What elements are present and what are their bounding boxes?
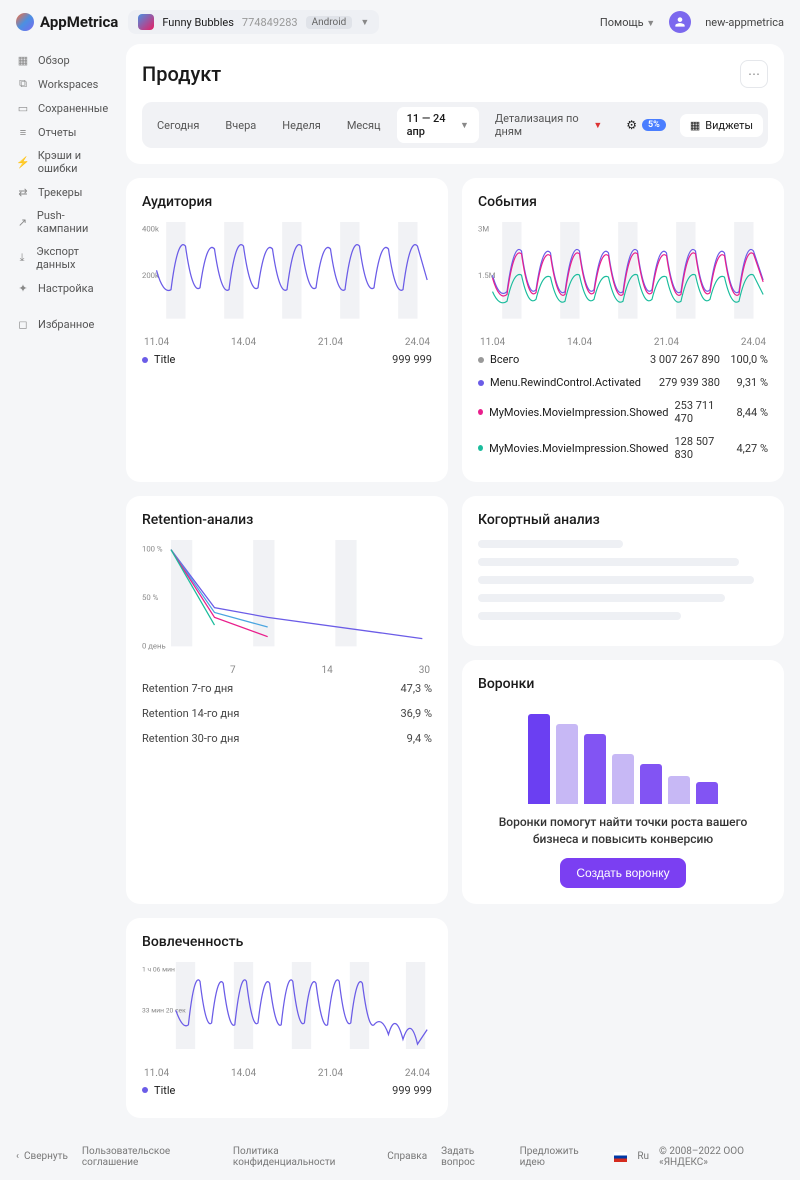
engagement-card: Вовлеченность 1 ч 06 мин 33 мин 20 сек 1… [126, 918, 448, 1118]
audience-xaxis: 11.0414.0421.0424.04 [142, 337, 432, 348]
controls-bar: Сегодня Вчера Неделя Месяц 11 — 24 апр▼ … [142, 102, 768, 148]
chevron-down-icon: ▼ [360, 17, 369, 28]
sidebar-item-settings[interactable]: ✦Настройка [16, 276, 110, 300]
avatar[interactable] [669, 11, 691, 33]
sidebar-item-crashes[interactable]: ⚡Крэши и ошибки [16, 144, 110, 180]
svg-text:0 день: 0 день [142, 642, 166, 651]
brand-text: AppMetrica [40, 13, 118, 31]
collapse-button[interactable]: ‹ Свернуть [16, 1151, 68, 1162]
cohort-card: Когортный анализ [462, 496, 784, 646]
events-legend: Всего3 007 267 890100,0 % Menu.RewindCon… [478, 348, 768, 466]
app-selector[interactable]: Funny Bubbles 774849283 Android ▼ [128, 10, 379, 34]
sidebar-item-favorites[interactable]: ◻Избранное [16, 312, 110, 336]
username[interactable]: new-appmetrica [705, 16, 784, 29]
sidebar-item-overview[interactable]: ▦Обзор [16, 48, 110, 72]
sidebar: ▦Обзор ⧉Workspaces ▭Сохраненные ≡Отчеты … [0, 44, 110, 1134]
page-header-card: Продукт ⋯ Сегодня Вчера Неделя Месяц 11 … [126, 44, 784, 164]
app-name: Funny Bubbles [162, 16, 234, 29]
app-icon [138, 14, 154, 30]
svg-text:33 мин 20 сек: 33 мин 20 сек [142, 1006, 186, 1014]
events-xaxis: 11.0414.0421.0424.04 [478, 337, 768, 348]
app-header: AppMetrica Funny Bubbles 774849283 Andro… [0, 0, 800, 44]
seg-month[interactable]: Месяц [337, 114, 391, 137]
footer-link-terms[interactable]: Пользовательское соглашение [82, 1146, 219, 1168]
svg-text:50 %: 50 % [142, 593, 159, 602]
page-menu-button[interactable]: ⋯ [740, 60, 768, 88]
platform-badge: Android [306, 16, 353, 29]
funnel-illustration [478, 704, 768, 804]
retention-xaxis: 71430 [142, 665, 432, 676]
events-title: События [478, 194, 768, 210]
seg-yesterday[interactable]: Вчера [215, 114, 266, 137]
sidebar-item-workspaces[interactable]: ⧉Workspaces [16, 72, 110, 96]
sidebar-item-export[interactable]: ⤓Экспорт данных [16, 240, 110, 276]
create-funnel-button[interactable]: Создать воронку [560, 858, 685, 888]
audience-legend: Title 999 999 [142, 348, 432, 371]
engagement-xaxis: 11.0414.0421.0424.04 [142, 1068, 432, 1079]
sidebar-item-push[interactable]: ↗Push-кампании [16, 204, 110, 240]
engagement-chart: 1 ч 06 мин 33 мин 20 сек [142, 962, 432, 1059]
help-link[interactable]: Помощь ▼ [600, 16, 655, 29]
audience-card: Аудитория 400k 200k 11.0414.0421.0424.04… [126, 178, 448, 482]
sidebar-item-reports[interactable]: ≡Отчеты [16, 120, 110, 144]
footer-link-ask[interactable]: Задать вопрос [441, 1146, 505, 1168]
logo-icon [16, 13, 34, 31]
language-selector[interactable]: Ru [637, 1151, 649, 1162]
seg-week[interactable]: Неделя [272, 114, 331, 137]
retention-stats: Retention 7-го дня47,3 % Retention 14-го… [142, 676, 432, 751]
detail-dropdown[interactable]: Детализация по дням▼ [485, 107, 612, 143]
brand-logo[interactable]: AppMetrica [16, 13, 118, 31]
sliders-icon: ⚙ [626, 118, 637, 132]
seg-today[interactable]: Сегодня [147, 114, 209, 137]
sidebar-item-saved[interactable]: ▭Сохраненные [16, 96, 110, 120]
date-range-picker[interactable]: 11 — 24 апр▼ [397, 107, 479, 143]
funnel-text: Воронки помогут найти точки роста вашего… [478, 814, 768, 848]
svg-text:3M: 3M [478, 225, 489, 234]
svg-text:100 %: 100 % [142, 545, 163, 554]
events-chart: 3M 1.5M [478, 222, 768, 328]
retention-title: Retention-анализ [142, 512, 432, 528]
retention-card: Retention-анализ 100 % 50 % 0 день 71430… [126, 496, 448, 904]
events-card: События 3M 1.5M 11.0414.0421.0424.04 Все… [462, 178, 784, 482]
audience-chart: 400k 200k [142, 222, 432, 328]
copyright: © 2008–2022 ООО «ЯНДЕКС» [659, 1146, 784, 1168]
main-content: Продукт ⋯ Сегодня Вчера Неделя Месяц 11 … [110, 44, 800, 1134]
grid-icon: ▦ [690, 119, 700, 132]
footer-link-privacy[interactable]: Политика конфиденциальности [233, 1146, 373, 1168]
engagement-legend: Title 999 999 [142, 1079, 432, 1102]
app-id: 774849283 [242, 16, 298, 29]
footer-link-suggest[interactable]: Предложить идею [520, 1146, 601, 1168]
footer: ‹ Свернуть Пользовательское соглашение П… [0, 1134, 800, 1180]
engagement-title: Вовлеченность [142, 934, 432, 950]
svg-text:1 ч 06 мин: 1 ч 06 мин [142, 966, 175, 974]
funnel-title: Воронки [478, 676, 768, 692]
cohort-title: Когортный анализ [478, 512, 768, 528]
funnel-card: Воронки Воронки помогут найти точки рост… [462, 660, 784, 904]
page-title: Продукт [142, 62, 221, 86]
svg-text:400k: 400k [142, 225, 159, 234]
retention-chart: 100 % 50 % 0 день [142, 540, 432, 656]
filter-button[interactable]: ⚙5% [618, 113, 674, 137]
footer-link-help[interactable]: Справка [387, 1151, 427, 1162]
widgets-button[interactable]: ▦Виджеты [680, 114, 763, 137]
sidebar-item-trackers[interactable]: ⇄Трекеры [16, 180, 110, 204]
flag-icon [614, 1152, 627, 1162]
audience-title: Аудитория [142, 194, 432, 210]
